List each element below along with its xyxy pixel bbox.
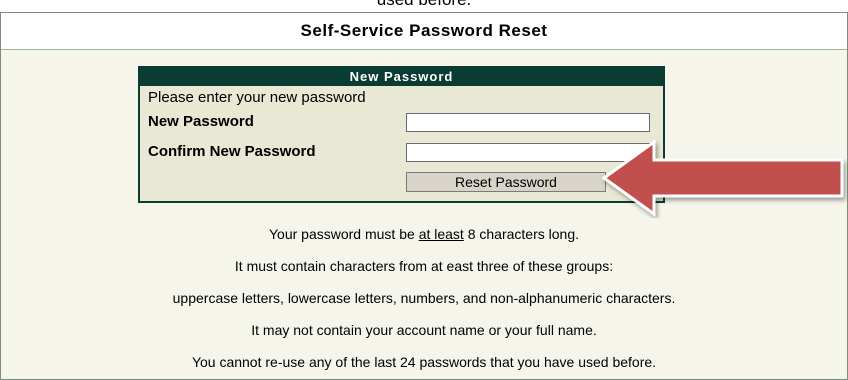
confirm-password-label: Confirm New Password: [148, 143, 316, 160]
rule-min-length: Your password must be at least 8 charact…: [1, 218, 847, 250]
page-title: Self-Service Password Reset: [1, 13, 847, 50]
rule-min-length-suffix: 8 characters long.: [463, 226, 579, 242]
new-password-label: New Password: [148, 113, 254, 130]
rule-history: You cannot re-use any of the last 24 pas…: [191, 354, 657, 370]
new-password-box-title: New Password: [140, 68, 663, 86]
rule-groups-list: uppercase letters, lowercase letters, nu…: [172, 290, 676, 306]
reset-password-button[interactable]: Reset Password: [406, 172, 606, 192]
clipped-previous-text: used before.: [0, 0, 848, 10]
rule-min-length-prefix: Your password must be: [269, 226, 419, 242]
password-rules: Your password must be at least 8 charact…: [1, 218, 847, 378]
red-arrow-icon: [601, 140, 844, 217]
rule-groups-intro: It must contain characters from at east …: [234, 258, 614, 274]
rule-min-length-emphasis: at least: [418, 226, 464, 242]
rule-no-name: It may not contain your account name or …: [251, 322, 597, 338]
new-password-input[interactable]: [406, 113, 650, 132]
new-password-box: New Password Please enter your new passw…: [138, 66, 665, 203]
new-password-instruction: Please enter your new password: [148, 89, 366, 106]
